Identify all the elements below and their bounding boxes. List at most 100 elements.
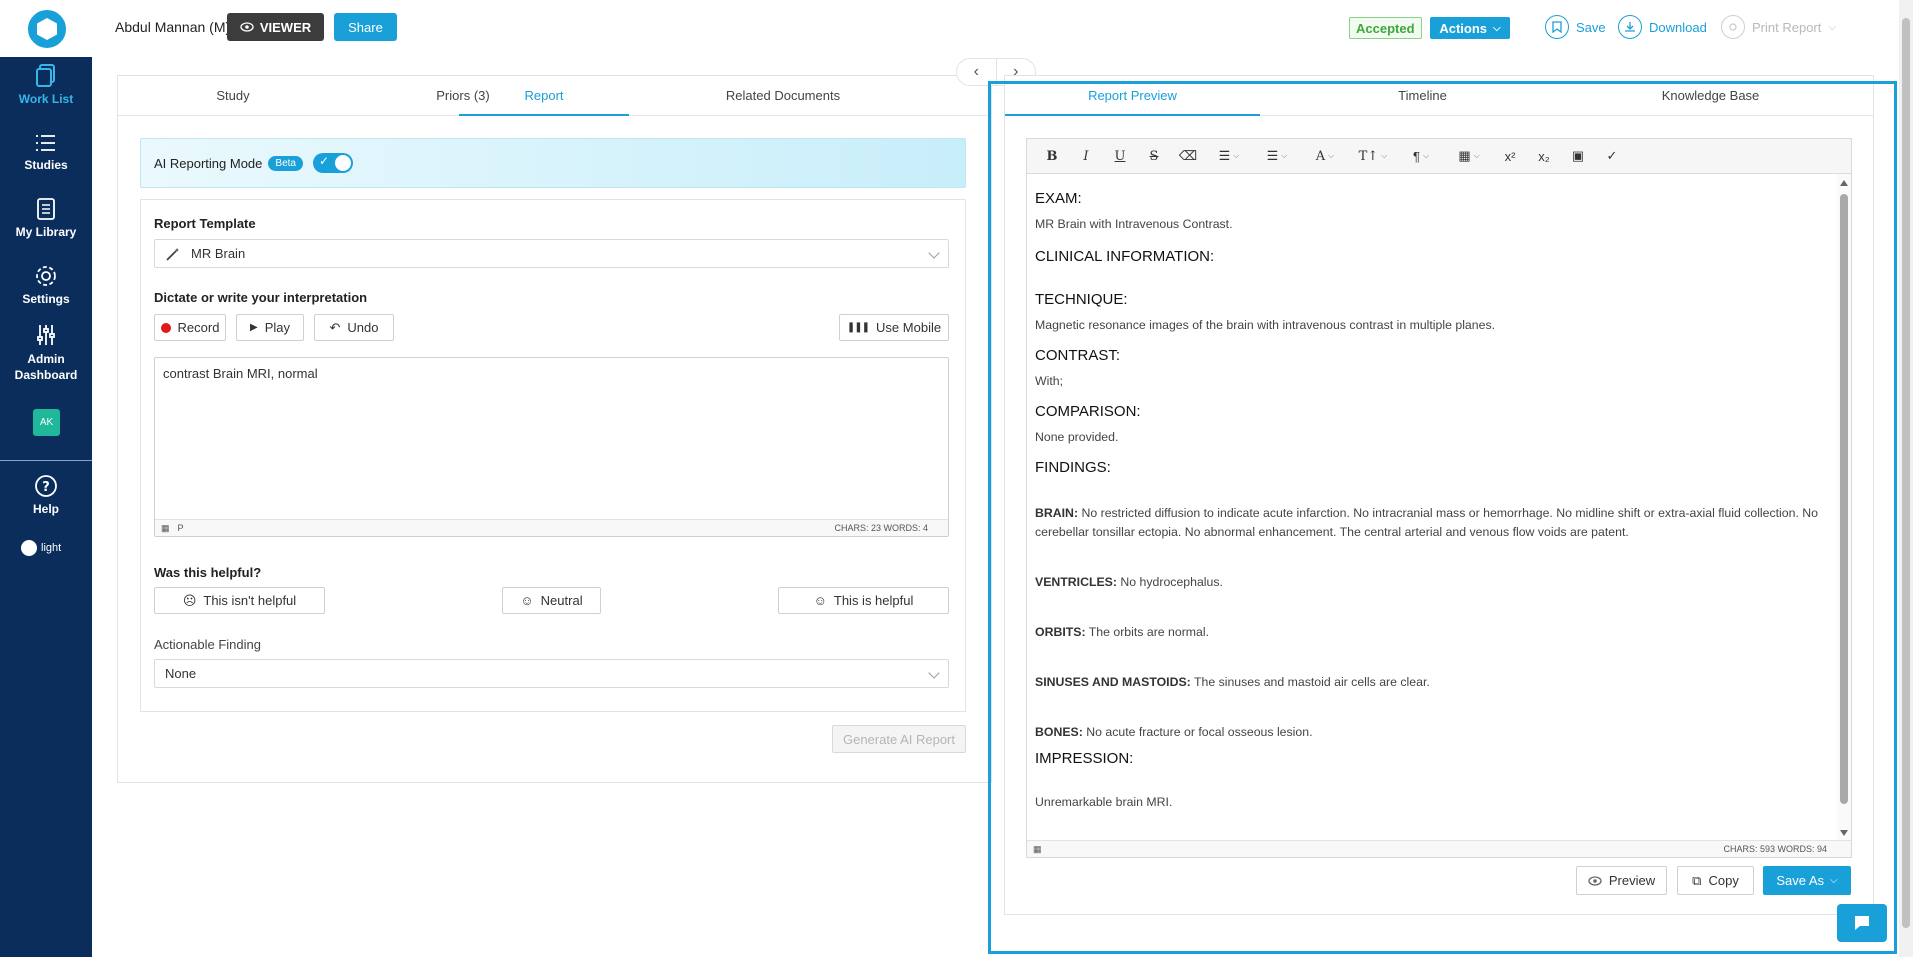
gear-icon xyxy=(1721,15,1745,39)
download-button[interactable]: Download xyxy=(1618,13,1707,41)
download-icon xyxy=(1618,15,1642,39)
chevron-down-icon xyxy=(928,247,940,259)
template-value: MR Brain xyxy=(191,246,246,261)
chat-button[interactable] xyxy=(1837,904,1887,942)
use-mobile-label: Use Mobile xyxy=(876,320,942,335)
record-button[interactable]: Record xyxy=(154,314,226,341)
chevron-down-icon xyxy=(928,667,940,679)
not-helpful-label: This isn't helpful xyxy=(203,593,297,608)
barcode-icon: ❚❚❚ xyxy=(846,322,870,333)
sidebar-item-my-library[interactable]: My Library xyxy=(0,197,92,239)
sidebar-item-help[interactable]: ? Help xyxy=(0,474,92,516)
actions-label: Actions xyxy=(1439,20,1488,36)
sidebar-label: Help xyxy=(32,502,59,516)
magic-wand-icon xyxy=(166,247,179,261)
bookmark-icon xyxy=(1545,15,1569,39)
actionable-label: Actionable Finding xyxy=(154,637,261,652)
chevron-down-icon: ⌵ xyxy=(1493,22,1501,34)
sidebar-label: Admin Dashboard xyxy=(14,352,78,382)
download-label: Download xyxy=(1649,19,1707,35)
template-label: Report Template xyxy=(154,216,256,231)
help-icon: ? xyxy=(35,475,57,497)
play-button[interactable]: ▶ Play xyxy=(236,314,304,341)
sidebar-label: My Library xyxy=(15,225,77,239)
dictation-text: contrast Brain MRI, normal xyxy=(163,366,318,381)
helpful-label: Was this helpful? xyxy=(154,565,262,580)
avatar[interactable]: AK xyxy=(33,409,60,436)
sidebar-label: Settings xyxy=(22,292,70,306)
play-icon: ▶ xyxy=(250,322,258,333)
beta-badge: Beta xyxy=(268,155,303,171)
ai-mode-toggle[interactable]: ✓ xyxy=(312,153,353,173)
chat-icon xyxy=(1855,916,1869,930)
sidebar-label: Work List xyxy=(18,92,74,106)
actions-button[interactable]: Actions ⌵ xyxy=(1430,17,1510,39)
char-word-count: CHARS: 23 WORDS: 4 xyxy=(834,523,928,533)
dictation-textarea[interactable]: contrast Brain MRI, normal ▦ P CHARS: 23… xyxy=(154,357,949,537)
toggle-knob xyxy=(334,155,351,171)
undo-icon: ↶ xyxy=(329,319,341,335)
helpful-button[interactable]: ☺ This is helpful xyxy=(778,587,949,614)
sliders-icon xyxy=(37,325,55,345)
user-name: Abdul Mannan (M) xyxy=(115,19,231,35)
use-mobile-button[interactable]: ❚❚❚ Use Mobile xyxy=(839,314,949,341)
smile-icon: ☺ xyxy=(813,593,827,608)
play-label: Play xyxy=(264,320,290,335)
save-button[interactable]: Save xyxy=(1545,13,1606,41)
app-logo[interactable] xyxy=(25,7,69,51)
neutral-face-icon: ☺ xyxy=(520,593,534,608)
sidebar-item-work-list[interactable]: Work List xyxy=(0,64,92,106)
report-form: Report Template MR Brain Dictate or writ… xyxy=(140,199,966,712)
eye-icon xyxy=(240,22,254,32)
neutral-button[interactable]: ☺ Neutral xyxy=(502,587,601,614)
tab-report[interactable]: Report xyxy=(459,76,629,116)
theme-toggle[interactable]: light xyxy=(21,538,69,558)
grid-icon: ▦ xyxy=(161,522,170,533)
record-icon xyxy=(160,322,171,333)
theme-label: light xyxy=(41,542,62,554)
sad-face-icon: ☹ xyxy=(182,592,197,608)
tab-related-documents[interactable]: Related Documents xyxy=(693,76,873,116)
check-icon: ✓ xyxy=(318,154,330,168)
worklist-icon xyxy=(36,64,55,87)
undo-button[interactable]: ↶ Undo xyxy=(314,314,394,341)
sidebar-item-settings[interactable]: Settings xyxy=(0,264,92,306)
actionable-value: None xyxy=(165,666,197,681)
viewer-button[interactable]: VIEWER xyxy=(227,13,324,41)
sidebar-item-admin-dashboard[interactable]: Admin Dashboard xyxy=(0,323,92,383)
sidebar: Work List Studies My Library Settings Ad… xyxy=(0,0,92,957)
undo-label: Undo xyxy=(347,320,379,335)
neutral-label: Neutral xyxy=(540,593,583,608)
left-tabs: Study Priors (3) Report Related Document… xyxy=(118,76,991,116)
sidebar-item-studies[interactable]: Studies xyxy=(0,132,92,172)
toggle-knob xyxy=(21,540,37,556)
tab-study[interactable]: Study xyxy=(178,76,288,116)
save-label: Save xyxy=(1576,19,1606,35)
report-panel: Study Priors (3) Report Related Document… xyxy=(117,75,992,783)
helpful-label-btn: This is helpful xyxy=(833,593,914,608)
gear-icon xyxy=(36,266,56,286)
print-label: Print Report xyxy=(1752,19,1822,35)
status-badge: Accepted xyxy=(1349,17,1422,39)
ai-reporting-banner: AI Reporting Mode Beta ✓ xyxy=(140,138,966,188)
actionable-select[interactable]: None xyxy=(154,659,949,688)
svg-text:?: ? xyxy=(42,480,50,495)
record-label: Record xyxy=(177,320,220,335)
generate-ai-report-button[interactable]: Generate AI Report xyxy=(832,725,966,753)
sidebar-label: Studies xyxy=(24,158,68,172)
page-scroll-thumb[interactable] xyxy=(1902,18,1910,928)
list-icon xyxy=(36,135,55,151)
not-helpful-button[interactable]: ☹ This isn't helpful xyxy=(154,587,325,614)
share-button[interactable]: Share xyxy=(334,13,397,41)
paragraph-indicator: P xyxy=(177,523,184,533)
print-report-button[interactable]: Print Report ⌵ xyxy=(1721,13,1836,41)
divider xyxy=(0,460,92,461)
chevron-down-icon: ⌵ xyxy=(1828,21,1836,33)
page-scrollbar[interactable] xyxy=(1899,0,1913,957)
viewer-label: VIEWER xyxy=(259,19,312,35)
template-select[interactable]: MR Brain xyxy=(154,239,949,268)
dictate-label: Dictate or write your interpretation xyxy=(154,290,368,305)
textarea-statusbar: ▦ P CHARS: 23 WORDS: 4 xyxy=(155,519,948,536)
ai-mode-label: AI Reporting Mode xyxy=(154,155,263,171)
selection-highlight xyxy=(988,81,1897,954)
